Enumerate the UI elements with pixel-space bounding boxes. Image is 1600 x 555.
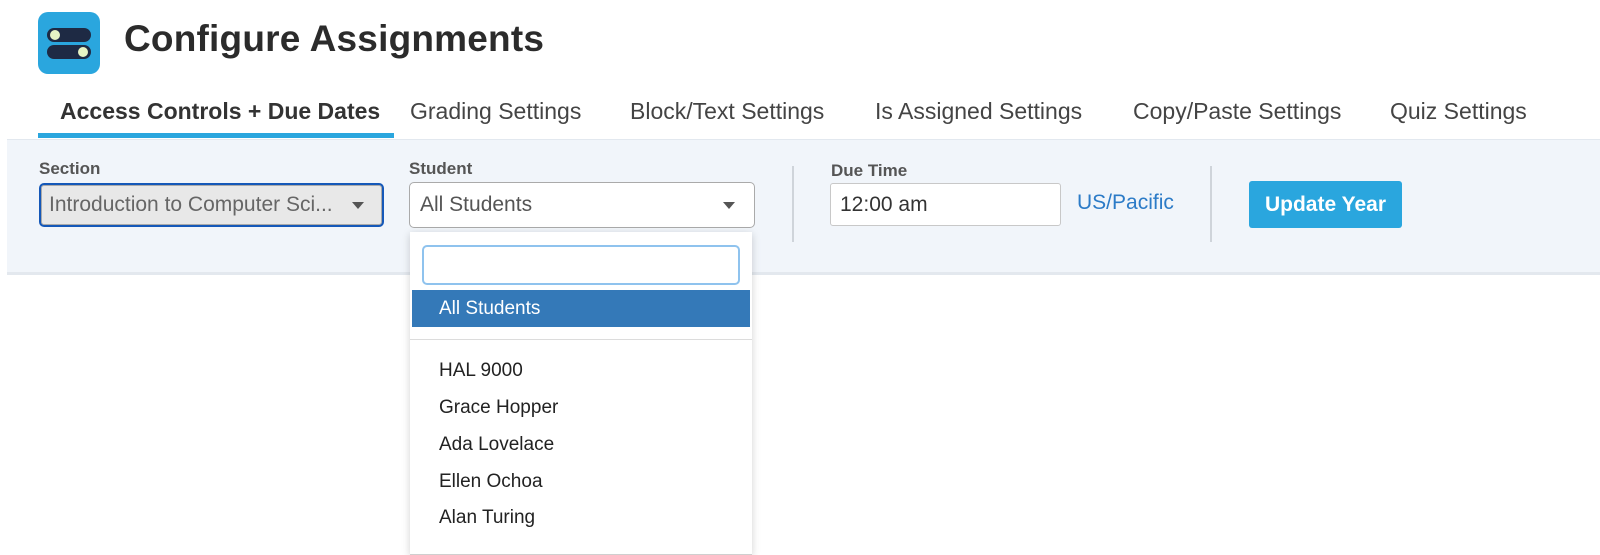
tab-is-assigned-settings[interactable]: Is Assigned Settings	[875, 90, 1082, 138]
page-title: Configure Assignments	[124, 18, 545, 59]
toolbar-divider	[1210, 166, 1212, 242]
dropdown-option[interactable]: Alan Turing	[439, 507, 535, 529]
dropdown-option[interactable]: Grace Hopper	[439, 397, 558, 419]
dropdown-option[interactable]: Ada Lovelace	[439, 434, 554, 456]
student-select[interactable]: All Students	[409, 182, 755, 228]
active-tab-indicator	[38, 133, 394, 138]
due-time-input[interactable]	[830, 183, 1061, 226]
app-logo-icon	[38, 12, 100, 74]
chevron-down-icon	[352, 202, 364, 209]
student-dropdown: All Students HAL 9000 Grace Hopper Ada L…	[410, 232, 752, 555]
update-year-button[interactable]: Update Year	[1249, 181, 1402, 228]
dropdown-separator	[410, 339, 752, 340]
toggle-pill-icon	[47, 28, 91, 42]
chevron-down-icon	[723, 202, 735, 209]
section-label: Section	[39, 159, 101, 178]
student-select-value: All Students	[420, 193, 533, 216]
tab-access-controls[interactable]: Access Controls + Due Dates	[60, 90, 380, 138]
section-select-value: Introduction to Computer Sci...	[49, 193, 333, 216]
toggle-pill-icon	[47, 45, 91, 59]
tab-copy-paste-settings[interactable]: Copy/Paste Settings	[1133, 90, 1341, 138]
settings-tabs: Access Controls + Due Dates Grading Sett…	[38, 90, 1600, 140]
tab-quiz-settings[interactable]: Quiz Settings	[1390, 90, 1527, 138]
student-search-input[interactable]	[422, 245, 740, 285]
timezone-link[interactable]: US/Pacific	[1077, 191, 1174, 215]
toolbar-divider	[792, 166, 794, 242]
dropdown-option[interactable]: Ellen Ochoa	[439, 471, 543, 493]
due-time-label: Due Time	[831, 161, 908, 180]
tab-block-text-settings[interactable]: Block/Text Settings	[630, 90, 824, 138]
dropdown-option-all-students[interactable]: All Students	[412, 290, 750, 327]
tab-grading-settings[interactable]: Grading Settings	[410, 90, 581, 138]
dropdown-option[interactable]: HAL 9000	[439, 360, 523, 382]
section-select[interactable]: Introduction to Computer Sci...	[39, 183, 384, 227]
student-label: Student	[409, 159, 473, 178]
